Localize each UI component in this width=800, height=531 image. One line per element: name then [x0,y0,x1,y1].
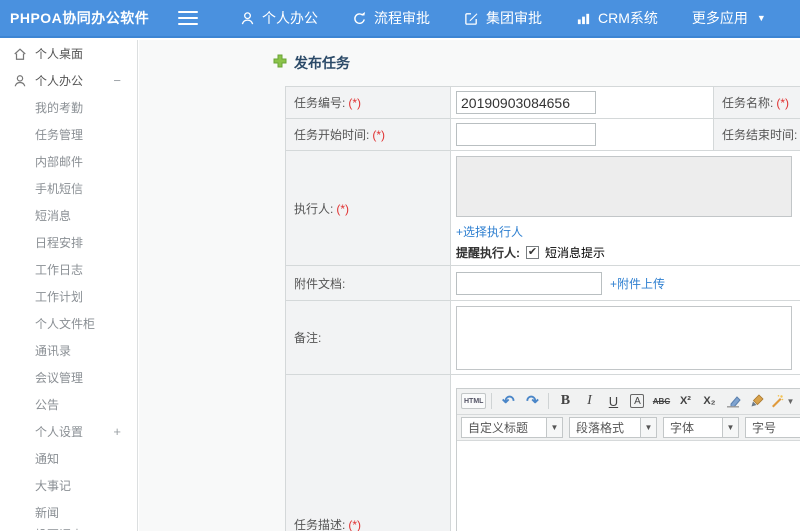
caret-down-icon: ▼ [723,416,739,438]
subscript-button[interactable]: X₂ [698,391,720,411]
task-start-label: 任务开始时间: [294,128,370,142]
remind-executor-label: 提醒执行人: [456,246,520,260]
task-start-time-input[interactable] [456,123,596,146]
home-icon [12,46,27,61]
bold-button[interactable]: B [554,391,576,411]
attachment-upload-link[interactable]: +附件上传 [610,275,665,292]
user-icon [240,11,255,26]
required-mark: (*) [336,201,350,216]
sidebar-item-internal-mail[interactable]: 内部邮件 [0,148,137,175]
publish-task-form: 任务编号:(*) 任务名称:(*) 任务开始时间:(*) 任务结束时 [285,86,800,531]
hamburger-menu-icon[interactable] [178,11,198,25]
sidebar-item-schedule[interactable]: 日程安排 [0,229,137,256]
sidebar-item-personal-files[interactable]: 个人文件柜 [0,310,137,337]
sidebar-item-personal-desktop[interactable]: 个人桌面 [0,40,137,67]
row-description: 任务描述: (*) HTML ↶ ↷ B I U A ABC X² X₂ ▼ 自… [285,374,800,531]
sidebar-item-news[interactable]: 新闻 [0,499,137,526]
task-description-label: 任务描述: [294,518,346,531]
eraser-icon[interactable] [722,391,744,411]
editor-content-area[interactable] [457,440,800,531]
html-source-button[interactable]: HTML [461,393,487,409]
executor-label: 执行人: [294,201,334,216]
caret-down-icon: ▼ [641,416,657,438]
caret-down-icon: ▼ [786,396,795,406]
top-header: PHPOA协同办公软件 个人办公 流程审批 集团审批 CRM系统 更多应用 ▼ [0,0,800,38]
task-end-label: 任务结束时间: [722,128,798,142]
sidebar-item-work-log[interactable]: 工作日志 [0,256,137,283]
nav-group-approval[interactable]: 集团审批 [464,8,542,28]
editor-toolbar-row1: HTML ↶ ↷ B I U A ABC X² X₂ ▼ [457,388,800,415]
required-mark: (*) [348,518,362,531]
remark-textarea[interactable] [456,305,792,370]
sidebar-item-vote-survey[interactable]: 投票调查 [0,526,137,530]
custom-heading-select[interactable]: 自定义标题 ▼ [461,416,563,438]
blockquote-button[interactable]: 66 [796,391,800,411]
font-size-select[interactable]: 字号 ▼ [745,416,800,438]
row-task-time: 任务开始时间:(*) 任务结束时间:(*) [285,118,800,151]
sidebar-item-announcement[interactable]: 公告 [0,391,137,418]
row-executor: 执行人: (*) +选择执行人 提醒执行人: ✔ 短消息提示 [285,150,800,266]
sidebar-item-personal-office[interactable]: 个人办公 − [0,67,137,94]
bar-chart-icon [576,11,591,26]
user-icon [12,73,27,88]
sms-remind-label: 短消息提示 [545,246,606,260]
edit-icon [464,11,479,26]
paragraph-format-select[interactable]: 段落格式 ▼ [569,416,657,438]
plus-icon [273,54,287,73]
editor-toolbar-row2: 自定义标题 ▼ 段落格式 ▼ 字体 ▼ 字号 [457,414,800,441]
caret-down-icon: ▼ [547,416,563,438]
caret-down-icon: ▼ [756,13,766,23]
task-number-input[interactable] [456,91,596,114]
required-mark: (*) [776,96,790,110]
auto-format-icon[interactable]: ▼ [770,391,794,411]
remark-label: 备注: [294,331,322,345]
sidebar-item-work-plan[interactable]: 工作计划 [0,283,137,310]
required-mark: (*) [348,96,362,110]
attachment-label: 附件文档: [294,276,346,291]
task-number-label: 任务编号: [294,96,346,110]
sidebar-item-milestones[interactable]: 大事记 [0,472,137,499]
sidebar-item-task-management[interactable]: 任务管理 [0,121,137,148]
sidebar-item-notice[interactable]: 通知 [0,445,137,472]
main-content: 发布任务 任务编号:(*) 任务名称:(*) 任务开始时间:(*) [139,40,800,531]
sidebar-item-short-message[interactable]: 短消息 [0,202,137,229]
font-family-select[interactable]: 字体 ▼ [663,416,739,438]
task-name-label: 任务名称: [722,96,774,110]
required-mark: (*) [372,128,386,142]
nav-workflow-approval[interactable]: 流程审批 [352,8,430,28]
page-title: 发布任务 [273,53,350,73]
collapse-icon[interactable]: − [113,73,121,88]
nav-personal-office[interactable]: 个人办公 [240,8,318,28]
nav-crm-system[interactable]: CRM系统 [576,8,658,28]
nav-more-apps[interactable]: 更多应用 ▼ [692,8,766,28]
sidebar-item-meeting-management[interactable]: 会议管理 [0,364,137,391]
sidebar-item-personal-settings[interactable]: 个人设置 + [0,418,137,445]
executor-textarea[interactable] [456,156,792,217]
sidebar-item-my-attendance[interactable]: 我的考勤 [0,94,137,121]
underline-button[interactable]: U [602,391,624,411]
expand-icon[interactable]: + [113,424,121,439]
top-nav: 个人办公 流程审批 集团审批 CRM系统 更多应用 ▼ [240,8,766,28]
workflow-icon [352,11,367,26]
app-logo: PHPOA协同办公软件 [10,10,150,26]
strikethrough-button[interactable]: ABC [650,391,672,411]
rich-text-editor: HTML ↶ ↷ B I U A ABC X² X₂ ▼ 自定义标题 ▼ 段落格… [456,387,800,531]
row-remark: 备注: [285,300,800,375]
undo-icon[interactable]: ↶ [497,391,519,411]
sms-remind-checkbox[interactable]: ✔ [526,246,539,259]
sidebar: 个人桌面 个人办公 − 我的考勤 任务管理 内部邮件 手机短信 短消息 日程安排… [0,40,138,531]
font-style-button[interactable]: A [630,394,645,408]
row-task-number: 任务编号:(*) 任务名称:(*) [285,86,800,119]
redo-icon[interactable]: ↷ [521,391,543,411]
choose-executor-link[interactable]: +选择执行人 [456,223,800,240]
superscript-button[interactable]: X² [674,391,696,411]
italic-button[interactable]: I [578,391,600,411]
row-attachment: 附件文档: +附件上传 [285,265,800,301]
attachment-input[interactable] [456,271,602,295]
sidebar-item-address-book[interactable]: 通讯录 [0,337,137,364]
format-brush-icon[interactable] [746,391,768,411]
sidebar-item-mobile-sms[interactable]: 手机短信 [0,175,137,202]
